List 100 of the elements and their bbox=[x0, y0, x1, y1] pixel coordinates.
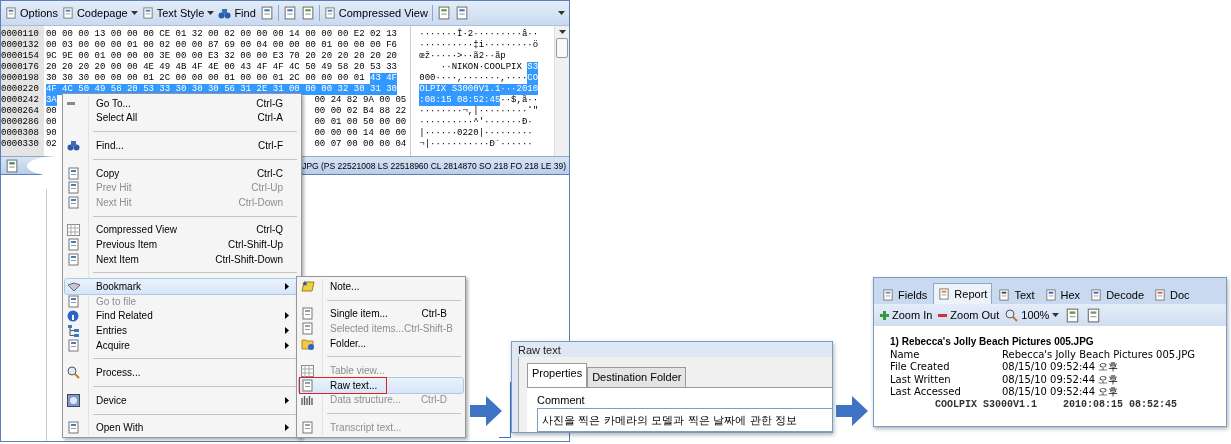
raw-text: COOLPIX S3000V1.1 bbox=[935, 398, 1038, 411]
toolbar-icon bbox=[61, 7, 74, 19]
menu-item[interactable]: Entries bbox=[65, 323, 299, 338]
menu-item[interactable]: Open With bbox=[65, 420, 299, 436]
caret-icon bbox=[1052, 313, 1060, 317]
tab-icon bbox=[1090, 289, 1103, 301]
binoculars-icon bbox=[67, 139, 80, 152]
document-icon bbox=[301, 378, 314, 392]
field-value: 08/15/10 09:52:44 오후 bbox=[1002, 386, 1120, 399]
offset-label: 0000176 bbox=[1, 62, 39, 73]
ascii-text: :08:15 08:52:45 bbox=[419, 95, 501, 106]
ascii-text: ········¬,|·········˚" bbox=[419, 106, 539, 117]
toolbar-button[interactable]: Compressed View bbox=[323, 7, 428, 19]
flow-arrow-icon bbox=[836, 396, 868, 426]
document-icon bbox=[282, 6, 297, 20]
toolbar-button[interactable]: Options bbox=[5, 7, 58, 19]
menu-item[interactable]: Device bbox=[65, 392, 299, 408]
offset-label: 0000198 bbox=[1, 73, 39, 84]
menu-item[interactable]: Next Item Ctrl-Shift-Down bbox=[65, 251, 299, 267]
plus-icon bbox=[880, 310, 889, 320]
view-tab[interactable]: Text bbox=[994, 286, 1039, 304]
disk-icon bbox=[67, 393, 80, 407]
toolbar-button[interactable]: Zoom Out bbox=[938, 309, 1000, 321]
menu-item[interactable]: Folder... bbox=[299, 335, 463, 351]
submenu-arrow-icon bbox=[285, 283, 289, 291]
menu-item[interactable]: Note... bbox=[299, 279, 463, 294]
grid-icon bbox=[301, 364, 314, 377]
scrollbar[interactable] bbox=[554, 26, 569, 156]
flow-arrow-icon bbox=[470, 396, 502, 426]
dialog-tab[interactable]: Properties bbox=[527, 363, 588, 387]
scrollbar-thumb[interactable] bbox=[556, 38, 568, 58]
report-heading: 1) Rebecca's Jolly Beach Pictures 005.JPG bbox=[890, 336, 1095, 349]
view-tab[interactable]: Decode bbox=[1086, 286, 1149, 304]
menu-item[interactable]: Copy Ctrl-C bbox=[65, 165, 299, 181]
document-icon bbox=[1065, 307, 1081, 323]
comment-field[interactable]: 사진을 찍은 카메라의 모델과 찍은 날짜에 관한 정보 bbox=[537, 408, 832, 432]
offset-label: 0000286 bbox=[1, 117, 39, 128]
toolbar-button[interactable]: Zoom In bbox=[880, 309, 933, 321]
status-text: JPG (PS 22521008 LS 22518960 CL 2814870 SO 218 FO 218 LE 39) bbox=[302, 160, 566, 171]
folder-icon bbox=[301, 336, 315, 350]
view-tab[interactable]: Fields bbox=[878, 286, 932, 304]
menu-item[interactable]: Find Related bbox=[65, 308, 299, 324]
menu-item[interactable]: Select All Ctrl-A bbox=[65, 110, 299, 126]
document-icon bbox=[67, 421, 80, 435]
hex-bytes: 00 00 00 13 00 00 00 CE 01 32 00 02 00 00 00 14 00 00 00 E2 02 13 bbox=[45, 29, 397, 40]
menu-item[interactable]: Previous Item Ctrl-Shift-Up bbox=[65, 237, 299, 252]
hex-bytes: 90 bbox=[45, 128, 57, 139]
magnifier-icon bbox=[67, 366, 80, 380]
document-icon bbox=[301, 420, 314, 434]
toolbar-button[interactable]: Codepage bbox=[61, 7, 138, 19]
ascii-text: S3 bbox=[527, 62, 539, 73]
leader-line bbox=[499, 382, 511, 440]
field-label: Comment bbox=[537, 394, 586, 406]
submenu-arrow-icon bbox=[285, 396, 289, 404]
tree-icon bbox=[67, 323, 80, 337]
document-icon bbox=[67, 338, 80, 352]
hex-bytes: 9C 9E 00 01 00 00 00 3E 00 00 E3 32 00 00 E3 70 20 20 20 20 20 20 bbox=[45, 51, 397, 62]
menu-item[interactable]: Process... bbox=[65, 365, 299, 380]
field-value: Rebecca's Jolly Beach Pictures 005.JPG bbox=[1002, 348, 1197, 361]
menu-item[interactable]: Find... Ctrl-F bbox=[65, 138, 299, 153]
caret-icon bbox=[558, 11, 565, 15]
field-name: Name bbox=[890, 348, 921, 361]
menu-item[interactable]: Compressed View Ctrl-Q bbox=[65, 222, 299, 238]
dash-icon bbox=[67, 101, 75, 105]
toolbar-button[interactable]: Text Style bbox=[141, 7, 215, 19]
document-icon bbox=[300, 6, 315, 20]
menu-item[interactable]: Acquire bbox=[65, 337, 299, 353]
document-icon bbox=[67, 181, 80, 195]
dialog-tab[interactable]: Destination Folder bbox=[587, 367, 687, 387]
menu-item[interactable]: Raw text... bbox=[299, 377, 463, 393]
hex-bytes: 3A bbox=[45, 95, 57, 106]
offset-label: 0000132 bbox=[1, 40, 39, 51]
copy-icon bbox=[67, 166, 80, 180]
menu-item[interactable]: Bookmark bbox=[65, 279, 299, 294]
document-icon bbox=[67, 237, 80, 251]
tab-icon bbox=[1154, 289, 1167, 301]
view-tab[interactable]: Doc bbox=[1150, 286, 1194, 304]
hex-bytes: 00 bbox=[45, 106, 57, 117]
view-tab[interactable]: Hex bbox=[1040, 286, 1085, 304]
zoom-dropdown[interactable]: 100% bbox=[1005, 308, 1060, 322]
field-value: 08/15/10 09:52:44 오후 bbox=[1002, 361, 1120, 374]
grid-icon bbox=[67, 223, 80, 236]
tab-icon bbox=[1044, 289, 1057, 301]
toolbar-button[interactable]: Find bbox=[218, 6, 256, 20]
menu-item[interactable]: Single item... Ctrl-B bbox=[299, 306, 463, 322]
hex-bytes: 00 01 00 50 00 00 bbox=[314, 117, 408, 128]
document-icon bbox=[67, 252, 80, 266]
ascii-text: ·······Î·2·········â·· bbox=[419, 29, 539, 40]
info-icon bbox=[67, 309, 79, 322]
binoculars-icon bbox=[218, 6, 232, 20]
hex-bytes: 00 24 82 9A 00 05 bbox=[314, 95, 408, 106]
menu-item[interactable]: Go To... Ctrl-G bbox=[65, 96, 299, 111]
hex-bytes: 20 20 20 20 00 00 4E 49 4B 4F 4E 00 43 4F 4F 4C 50 49 58 20 53 33 bbox=[45, 62, 397, 73]
ascii-text: CO bbox=[527, 73, 539, 84]
hex-bytes: 00 03 00 00 00 01 00 02 00 00 87 69 00 04 00 00 00 01 00 00 00 F6 bbox=[45, 40, 397, 51]
tab-icon bbox=[998, 289, 1011, 301]
view-tab[interactable]: Report bbox=[933, 283, 993, 304]
field-value: 08/15/10 09:52:44 오후 bbox=[1002, 373, 1120, 386]
magnifier-icon bbox=[1005, 308, 1019, 322]
caret-icon bbox=[207, 11, 215, 15]
